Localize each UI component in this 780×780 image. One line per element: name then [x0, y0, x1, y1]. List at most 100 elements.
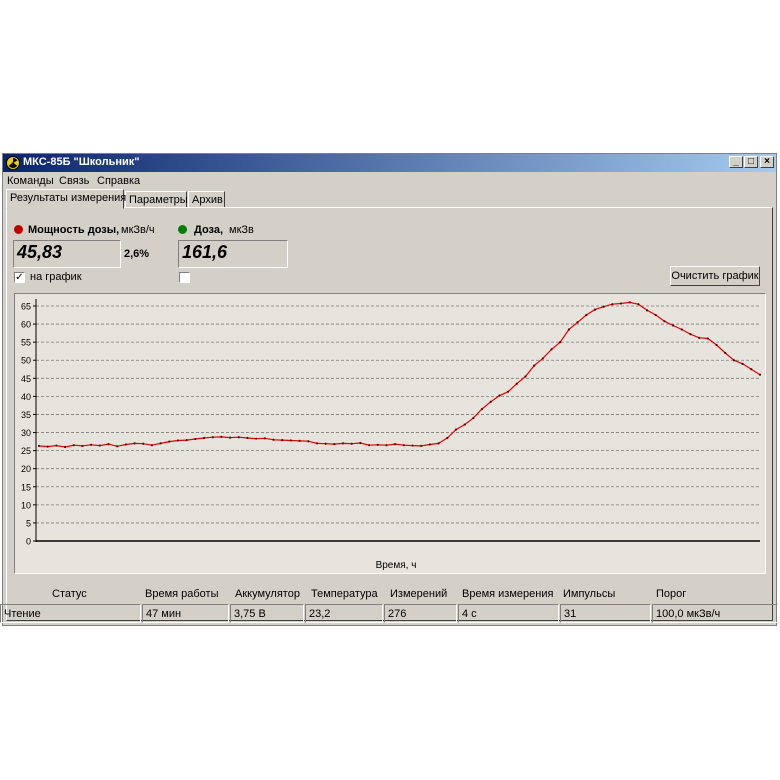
dose-rate-error: 2,6% [124, 248, 150, 260]
data-point [533, 364, 536, 367]
data-point [298, 439, 301, 442]
radiation-icon [6, 156, 20, 170]
data-point [411, 444, 414, 447]
tab-results[interactable]: Результаты измерения [6, 189, 127, 209]
data-point [689, 333, 692, 336]
dose-rate-graph-label: на график [30, 271, 82, 283]
data-point [72, 444, 75, 447]
y-tick-label: 10 [21, 500, 31, 510]
data-point [385, 444, 388, 447]
dose-graph-checkbox[interactable] [179, 272, 190, 283]
data-point [637, 303, 640, 306]
data-point [628, 301, 631, 304]
data-point [333, 443, 336, 446]
status-header-measure-time: Время измерения [462, 588, 554, 600]
data-point [359, 441, 362, 445]
app-window: МКС-85Б "Школьник" _ □ × Команды Связь С… [2, 153, 777, 626]
status-value-status: Чтение [0, 604, 141, 623]
data-point [281, 439, 284, 442]
close-button[interactable]: × [760, 156, 774, 168]
data-point [55, 444, 58, 447]
clear-graph-label: Очистить график [671, 270, 759, 282]
tab-archive[interactable]: Архив [188, 191, 225, 208]
tab-archive-label: Архив [192, 194, 223, 206]
status-header-measurements: Измерений [390, 588, 448, 600]
data-point [211, 436, 214, 439]
data-point [307, 440, 310, 443]
data-point [237, 436, 240, 439]
data-point [202, 436, 206, 440]
data-point [150, 444, 154, 447]
minimize-icon: _ [733, 156, 739, 167]
dose-rate-value: 45,83 [13, 240, 121, 268]
status-header-temperature: Температура [311, 588, 378, 600]
y-tick-label: 20 [21, 464, 31, 474]
data-point [315, 442, 319, 445]
data-point [367, 444, 371, 447]
status-header-status: Статус [52, 588, 87, 600]
chart-frame: 0 5 10 15 20 25 30 35 40 45 50 55 60 65 Время, ч [14, 293, 766, 574]
data-point [611, 303, 614, 306]
menu-help[interactable]: Справка [97, 175, 140, 187]
minimize-button[interactable]: _ [729, 156, 743, 168]
title-bar[interactable]: МКС-85Б "Школьник" _ □ × [3, 154, 776, 172]
data-point [567, 328, 570, 331]
tab-results-label: Результаты измерения [10, 192, 127, 204]
clear-graph-button[interactable]: Очистить график [670, 266, 760, 286]
data-point [741, 362, 744, 365]
x-axis-label: Время, ч [376, 560, 417, 571]
y-tick-label: 40 [21, 392, 31, 402]
data-point [489, 400, 492, 403]
maximize-icon: □ [747, 156, 755, 167]
y-tick-label: 25 [21, 446, 31, 456]
data-point [341, 442, 345, 445]
data-point [645, 309, 649, 312]
status-value-temperature: 23,2 [305, 604, 383, 623]
menu-connection[interactable]: Связь [59, 175, 89, 187]
data-point [46, 445, 49, 448]
tab-parameters-label: Параметры [129, 194, 188, 206]
y-tick-label: 65 [21, 302, 31, 312]
data-point [394, 443, 397, 446]
data-point [463, 423, 466, 426]
data-point [576, 321, 579, 324]
dose-rate-indicator [14, 225, 23, 234]
data-point [246, 436, 249, 440]
data-point [420, 444, 423, 448]
dose-value: 161,6 [178, 240, 288, 268]
data-point [724, 351, 727, 355]
data-point [715, 343, 718, 347]
y-tick-label: 50 [21, 356, 31, 366]
data-point [480, 407, 484, 411]
y-tick-label: 0 [26, 537, 31, 547]
data-point [750, 368, 753, 371]
dose-rate-graph-checkbox[interactable]: ✓ [14, 272, 25, 283]
data-point [324, 442, 327, 445]
data-point [168, 440, 171, 443]
data-point [376, 443, 379, 446]
data-point [437, 442, 440, 445]
y-tick-label: 55 [21, 338, 31, 348]
dose-unit: мкЗв [229, 224, 254, 236]
dose-indicator [178, 225, 187, 234]
data-point [63, 445, 67, 449]
data-point [446, 436, 449, 440]
data-point [732, 359, 736, 362]
data-point [672, 324, 675, 327]
y-tick-label: 30 [21, 428, 31, 438]
data-point [142, 442, 145, 445]
maximize-button[interactable]: □ [744, 156, 758, 168]
data-point [229, 436, 232, 439]
status-header-pulses: Импульсы [563, 588, 616, 600]
status-value-pulses: 31 [560, 604, 651, 623]
data-point [194, 437, 197, 441]
menu-commands[interactable]: Команды [7, 175, 54, 187]
menu-bar: Команды Связь Справка [3, 173, 776, 189]
data-point [593, 308, 597, 311]
data-point [428, 443, 432, 446]
tab-parameters[interactable]: Параметры [125, 191, 188, 208]
y-tick-label: 35 [21, 410, 31, 420]
plot-area [36, 299, 760, 544]
data-point [176, 439, 180, 442]
data-point [506, 390, 510, 393]
